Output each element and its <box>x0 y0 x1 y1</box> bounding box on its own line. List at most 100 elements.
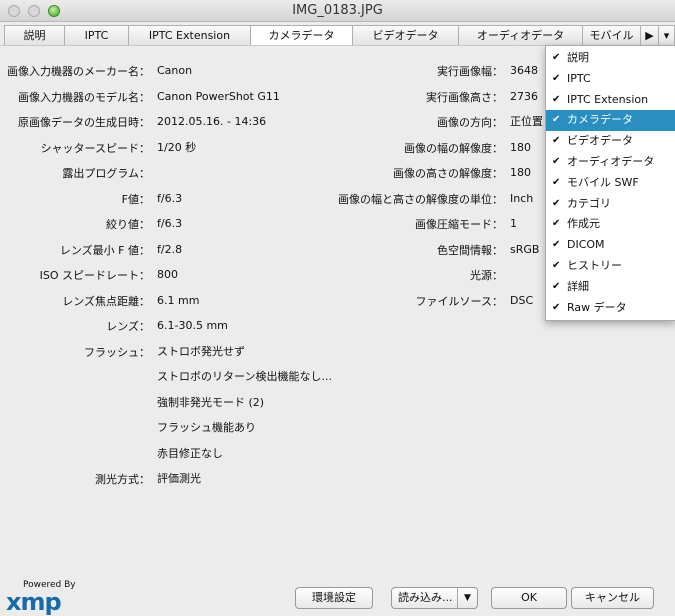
field-value: DSC <box>510 293 534 307</box>
field-value: 1/20 秒 <box>157 140 197 154</box>
menu-item[interactable]: ✔ モバイル SWF <box>546 173 675 194</box>
tab-iptc-extension[interactable]: IPTC Extension <box>128 25 250 46</box>
field-value: Inch <box>510 191 534 205</box>
field-label: 実行画像高さ： <box>426 90 503 104</box>
checkmark-icon: ✔ <box>552 239 561 251</box>
tab-scroll-right-icon[interactable]: ▶ <box>640 25 658 46</box>
field-label: シャッタースピード： <box>40 141 150 155</box>
field-value: 評価測光 <box>157 472 201 485</box>
ok-button[interactable]: OK <box>491 587 567 609</box>
field-label: 画像入力機器のモデル名： <box>18 90 150 104</box>
checkmark-icon: ✔ <box>552 52 561 63</box>
menu-item[interactable]: ✔ 作成元 <box>546 214 675 235</box>
checkmark-icon: ✔ <box>552 280 561 292</box>
menu-item[interactable]: ✔ オーディオデータ <box>546 152 675 173</box>
checkmark-icon: ✔ <box>552 301 561 313</box>
menu-item[interactable]: ✔ 説明 <box>546 48 675 69</box>
field-value: 180 <box>510 166 531 179</box>
import-button[interactable]: 読み込み... ▼ <box>391 587 478 609</box>
field-label: 画像の幅と高さの解像度の単位： <box>338 192 503 206</box>
menu-item[interactable]: ✔ ヒストリー <box>546 256 675 277</box>
checkmark-icon: ✔ <box>552 93 561 105</box>
menu-item[interactable]: ✔ IPTC Extension <box>546 90 675 111</box>
import-dropdown-chevron-icon[interactable]: ▼ <box>457 588 477 608</box>
field-value: f/2.8 <box>157 242 183 256</box>
field-label: 画像の高さの解像度： <box>393 167 503 180</box>
zoom-button[interactable] <box>48 5 60 17</box>
menu-item-label: IPTC Extension <box>567 92 649 106</box>
menu-item-label: 作成元 <box>567 217 600 231</box>
tab-audio-data[interactable]: オーディオデータ <box>458 25 582 46</box>
field-label: フラッシュ： <box>84 345 150 359</box>
menu-item[interactable]: ✔ ビデオデータ <box>546 131 675 152</box>
field-label: 画像圧縮モード： <box>415 218 503 231</box>
flash-detail: ストロボのリターン検出機能なし... <box>157 370 332 383</box>
field-label: 画像の幅の解像度： <box>404 141 503 155</box>
checkmark-icon: ✔ <box>552 218 561 230</box>
field-label: レンズ： <box>106 320 150 333</box>
field-value: 800 <box>157 268 178 281</box>
field-value: 6.1-30.5 mm <box>157 319 228 332</box>
tab-menu-chevron-down-icon[interactable]: ▾ <box>658 25 675 46</box>
window-title: IMG_0183.JPG <box>292 3 383 18</box>
field-value: 1 <box>510 217 517 230</box>
close-button[interactable] <box>8 5 20 17</box>
tab-bar: 説明 IPTC IPTC Extension カメラデータ ビデオデータ オーデ… <box>4 25 675 46</box>
menu-item[interactable]: ✔ カテゴリ <box>546 194 675 215</box>
field-label: レンズ焦点距離： <box>62 294 150 308</box>
menu-item[interactable]: ✔ 詳細 <box>546 277 675 298</box>
tab-visibility-menu: ✔ 説明 ✔ IPTC ✔ IPTC Extension ✔ カメラデータ ✔ ビデオデータ ✔ オー… <box>545 45 675 321</box>
field-label: レンズ最小 F 値： <box>59 243 150 257</box>
menu-item[interactable]: ✔ カメラデータ <box>546 110 675 132</box>
field-value: Canon PowerShot G11 <box>157 89 280 103</box>
field-label: 実行画像幅： <box>437 65 503 78</box>
field-value: 6.1 mm <box>157 293 200 307</box>
field-label: ファイルソース： <box>415 294 503 308</box>
menu-item[interactable]: ✔ Raw データ <box>546 298 675 319</box>
tab-camera-data[interactable]: カメラデータ <box>250 25 352 46</box>
menu-item-label: IPTC <box>567 71 591 85</box>
preferences-button[interactable]: 環境設定 <box>295 587 373 609</box>
title-bar: IMG_0183.JPG <box>0 0 675 22</box>
menu-item[interactable]: ✔ IPTC <box>546 69 675 90</box>
field-label: 原画像データの生成日時： <box>18 116 150 129</box>
menu-item-label: DICOM <box>567 238 605 252</box>
field-value: f/6.3 <box>157 217 183 230</box>
tab-description[interactable]: 説明 <box>4 25 64 46</box>
tab-iptc[interactable]: IPTC <box>64 25 128 46</box>
flash-detail: 赤目修正なし <box>157 446 223 460</box>
menu-item[interactable]: ✔ DICOM <box>546 235 675 256</box>
field-label: ISO スピードレート： <box>39 269 150 282</box>
field-label: 色空間情報： <box>437 243 503 257</box>
menu-item-label: カテゴリ <box>567 196 611 210</box>
field-label: 露出プログラム： <box>62 167 150 180</box>
field-value: 180 <box>510 140 531 154</box>
field-label: 絞り値： <box>106 218 150 231</box>
menu-item-label: 詳細 <box>567 279 589 293</box>
checkmark-icon: ✔ <box>552 135 561 147</box>
field-label: 画像の方向： <box>437 116 503 129</box>
tab-mobile[interactable]: モバイル <box>582 25 640 46</box>
flash-detail: 強制非発光モード (2) <box>157 395 265 409</box>
menu-item-label: ビデオデータ <box>567 134 633 148</box>
menu-item-label: Raw データ <box>567 300 627 314</box>
menu-item-label: モバイル SWF <box>567 175 639 189</box>
field-value: 正位置 <box>510 115 543 128</box>
menu-item-label: ヒストリー <box>567 258 622 272</box>
menu-item-label: カメラデータ <box>567 113 633 127</box>
cancel-button[interactable]: キャンセル <box>571 587 654 609</box>
field-value: sRGB <box>510 242 540 256</box>
minimize-button[interactable] <box>28 5 40 17</box>
checkmark-icon: ✔ <box>552 176 561 188</box>
field-label: 画像入力機器のメーカー名： <box>7 65 150 78</box>
import-label: 読み込み... <box>398 591 453 604</box>
field-value: 2736 <box>510 89 538 103</box>
menu-item-label: オーディオデータ <box>567 154 655 168</box>
xmp-logo: Powered By xmp <box>6 580 76 616</box>
field-label: 測光方式： <box>95 473 150 486</box>
checkmark-icon: ✔ <box>552 72 561 84</box>
field-label: F値： <box>121 192 150 206</box>
field-value: ストロボ発光せず <box>157 344 245 358</box>
field-value: Canon <box>157 64 193 77</box>
tab-video-data[interactable]: ビデオデータ <box>352 25 458 46</box>
